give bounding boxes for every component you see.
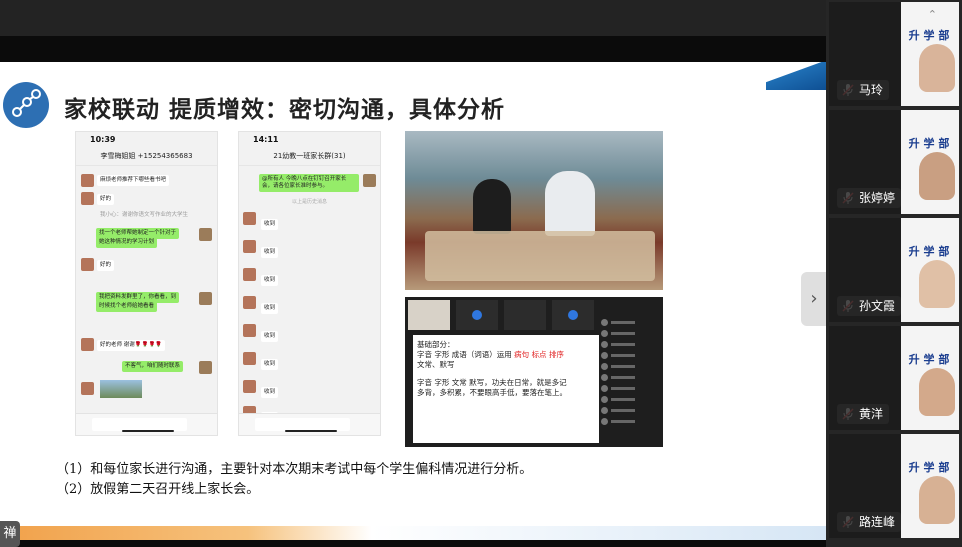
- participant-video: [919, 476, 955, 524]
- whiteboard-line: 多背，多积累，不要眼高手低，要落在笔上。: [417, 388, 567, 397]
- chat-message: 我小心：谢谢你语文写作业的大学生: [100, 212, 189, 218]
- chat-input-bar: [76, 413, 217, 435]
- video-tile: [552, 300, 594, 330]
- chat-reply: 收到: [261, 247, 279, 258]
- avatar: [81, 382, 94, 395]
- avatar: [243, 324, 256, 337]
- avatar: [243, 352, 256, 365]
- avatar: [81, 192, 94, 205]
- participant-card[interactable]: 升 学 部 路连峰: [829, 434, 959, 538]
- banner-text: 升 学 部: [908, 245, 950, 258]
- chat-message: @所有人 今晚八点在钉钉召开家长会，请各位家长准时参与。: [259, 174, 359, 192]
- chat-title: 21幼教一班家长群(31): [239, 146, 380, 166]
- banner-text: 升 学 部: [908, 137, 950, 150]
- home-indicator: [122, 430, 174, 432]
- video-tile: [456, 300, 498, 330]
- chat-reply: 收到: [261, 219, 279, 230]
- participant-name: 孙文霞: [837, 296, 902, 316]
- participant-name: 张婷婷: [837, 188, 902, 208]
- corner-chip[interactable]: 禅: [0, 521, 20, 547]
- avatar: [243, 296, 256, 309]
- participant-video: [919, 368, 955, 416]
- chat-message: 时候找个老师给她看看: [96, 301, 158, 312]
- banner-text: 升 学 部: [908, 29, 950, 42]
- chat-message: 麻烦老师推荐下哪些看书吧: [97, 175, 170, 186]
- participant-video-panel: 升 学 部 ⌃ 马玲 升 学 部 张婷婷 升 学 部 孙文霞 升 学 部 黄洋 …: [826, 0, 962, 547]
- participant-video: [919, 44, 955, 92]
- avatar: [243, 212, 256, 225]
- banner-text: 升 学 部: [908, 353, 950, 366]
- participant-card[interactable]: 升 学 部 ⌃ 马玲: [829, 2, 959, 106]
- meeting-participant-list: [601, 317, 659, 442]
- chat-title: 李雪梅姐姐 +15254365683: [76, 146, 217, 166]
- chat-message: 好的老师 谢谢🌹🌹🌹🌹: [97, 340, 166, 351]
- home-visit-photo: [405, 131, 663, 290]
- banner-text: 升 学 部: [908, 461, 950, 474]
- chat-message: 好的: [97, 260, 115, 271]
- slide-bottom-decoration: [0, 526, 826, 540]
- meeting-window: 家校联动 提质增效：密切沟通，具体分析 10:39 李雪梅姐姐 +1525436…: [0, 0, 962, 547]
- avatar: [243, 380, 256, 393]
- whiteboard: 基础部分： 字音 字形 成语（词语）运用 病句 标点 排序 文常、默写 字音 字…: [413, 335, 599, 443]
- chat-reply: 收到: [261, 303, 279, 314]
- participant-name: 马玲: [837, 80, 890, 100]
- participant-name: 路连峰: [837, 512, 902, 532]
- participant-card[interactable]: 升 学 部 孙文霞: [829, 218, 959, 322]
- system-note: 以上是历史消息: [291, 199, 327, 205]
- chat-body: 麻烦老师推荐下哪些看书吧 好的 我小心：谢谢你语文写作业的大学生 找一个老师帮她…: [76, 168, 217, 413]
- slide-note-1: （1）和每位家长进行沟通，主要针对本次期末考试中每个学生偏科情况进行分析。: [56, 462, 533, 477]
- avatar: [199, 361, 212, 374]
- chat-reply: 收到: [261, 359, 279, 370]
- wechat-screenshot-group-chat: 14:11 21幼教一班家长群(31) @所有人 今晚八点在钉钉召开家长会，请各…: [238, 131, 381, 436]
- video-tile: [504, 300, 546, 330]
- video-tile: [408, 300, 450, 330]
- next-page-arrow[interactable]: ›: [801, 272, 827, 326]
- whiteboard-line: 文常、默写: [417, 360, 455, 369]
- avatar: [81, 338, 94, 351]
- chat-body: @所有人 今晚八点在钉钉召开家长会，请各位家长准时参与。 以上是历史消息 收到 …: [239, 168, 380, 423]
- phone-status-time: 10:39: [90, 135, 116, 144]
- phone-status-time: 14:11: [253, 135, 279, 144]
- parent-figure: [545, 171, 595, 236]
- participant-video: [919, 260, 955, 308]
- slide-note-2: （2）放假第二天召开线上家长会。: [56, 482, 260, 497]
- avatar: [81, 258, 94, 271]
- shared-screen-topbar: [0, 0, 826, 36]
- participant-card[interactable]: 升 学 部 黄洋: [829, 326, 959, 430]
- participant-video: [919, 152, 955, 200]
- tea-table: [425, 231, 655, 281]
- molecule-logo-icon: [3, 82, 49, 128]
- wechat-screenshot-parent-chat: 10:39 李雪梅姐姐 +15254365683 麻烦老师推荐下哪些看书吧 好的…: [75, 131, 218, 436]
- avatar: [199, 228, 212, 241]
- chat-image: [100, 380, 142, 398]
- slide-corner-decoration: [766, 62, 826, 90]
- chat-message: 好的: [97, 194, 115, 205]
- avatar: [363, 174, 376, 187]
- chat-reply: 收到: [261, 275, 279, 286]
- chevron-up-icon[interactable]: ⌃: [928, 8, 937, 21]
- home-indicator: [285, 430, 337, 432]
- participant-name: 黄洋: [837, 404, 890, 424]
- chat-reply: 收到: [261, 331, 279, 342]
- shared-screen-area: 家校联动 提质增效：密切沟通，具体分析 10:39 李雪梅姐姐 +1525436…: [0, 0, 827, 547]
- chat-reply: 收到: [261, 387, 279, 398]
- avatar: [199, 292, 212, 305]
- teacher-figure: [473, 179, 511, 234]
- avatar: [81, 174, 94, 187]
- presentation-slide: 家校联动 提质增效：密切沟通，具体分析 10:39 李雪梅姐姐 +1525436…: [0, 62, 826, 540]
- chat-message: 她这种情况的学习计划: [96, 237, 158, 248]
- participant-card[interactable]: 升 学 部 张婷婷: [829, 110, 959, 214]
- chat-message: 不客气，咱们随时联系: [122, 361, 184, 372]
- chat-input-bar: [239, 413, 380, 435]
- slide-title: 家校联动 提质增效：密切沟通，具体分析: [64, 96, 506, 123]
- online-meeting-screenshot: 基础部分： 字音 字形 成语（词语）运用 病句 标点 排序 文常、默写 字音 字…: [405, 297, 663, 447]
- avatar: [243, 240, 256, 253]
- video-tiles: [408, 300, 594, 332]
- avatar: [243, 268, 256, 281]
